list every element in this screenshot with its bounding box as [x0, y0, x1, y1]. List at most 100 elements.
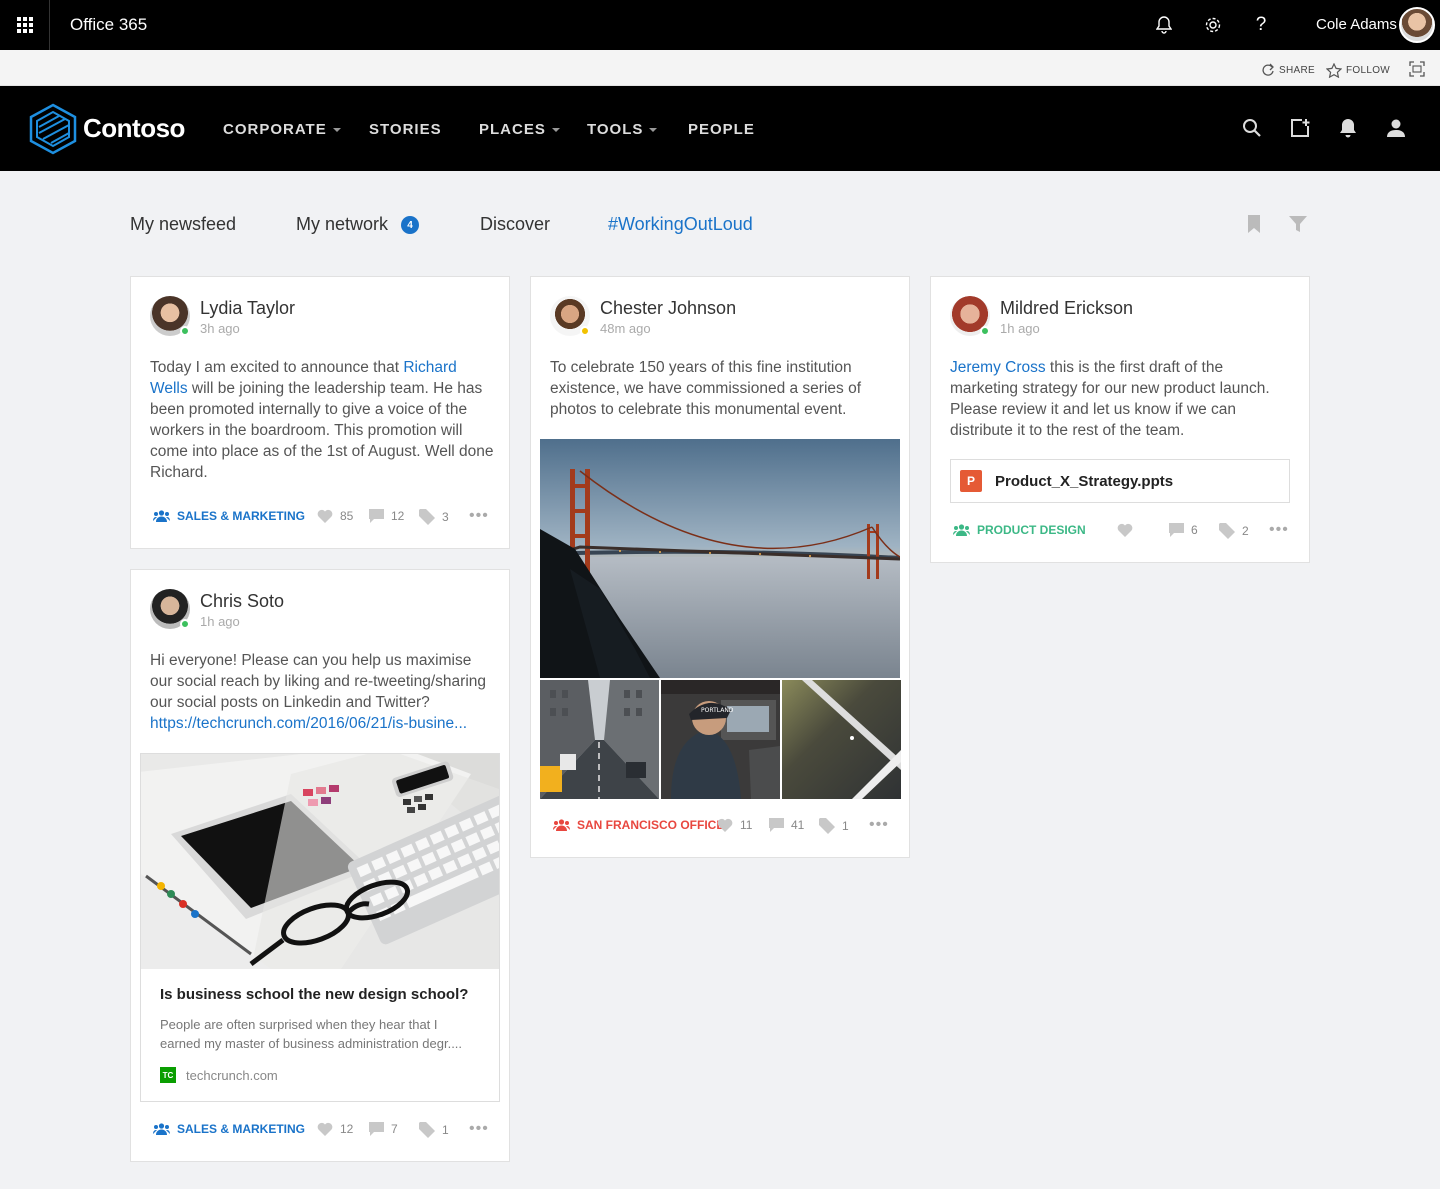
tag-button[interactable]: 2 [1219, 523, 1249, 539]
suite-bar: Office 365 ? Cole Adams [0, 0, 1440, 50]
presence-online-icon [980, 326, 990, 336]
like-count: 85 [340, 509, 354, 523]
comment-button[interactable]: 12 [369, 509, 404, 523]
post-text: will be joining the leadership team. He … [150, 380, 494, 481]
caret-down-icon [551, 127, 560, 132]
group-tag[interactable]: PRODUCT DESIGN [953, 523, 1086, 537]
fullscreen-icon [1409, 61, 1425, 77]
tab-my-newsfeed[interactable]: My newsfeed [130, 214, 236, 235]
user-avatar[interactable] [1399, 7, 1435, 43]
more-options-icon[interactable]: ••• [469, 508, 489, 524]
gear-icon[interactable] [1201, 13, 1225, 37]
nav-places[interactable]: PLACES [479, 121, 560, 138]
tag-button[interactable]: 1 [819, 818, 849, 834]
tag-count: 1 [442, 1123, 449, 1137]
like-count: 11 [740, 818, 753, 832]
nav-stories[interactable]: STORIES [369, 121, 442, 138]
comment-icon [369, 1122, 384, 1136]
heart-icon [717, 818, 733, 832]
like-count: 12 [340, 1122, 354, 1136]
author-name[interactable]: Mildred Erickson [1000, 298, 1133, 319]
preview-source: TC techcrunch.com [160, 1067, 278, 1083]
caret-down-icon [332, 127, 341, 132]
photo-office-worker[interactable]: PORTLAND [661, 680, 780, 799]
group-tag[interactable]: SALES & MARKETING [153, 1122, 305, 1136]
group-tag[interactable]: SAN FRANCISCO OFFICE [553, 818, 724, 832]
new-post-icon[interactable] [1288, 116, 1312, 140]
tag-count: 2 [1242, 524, 1249, 538]
post-footer: SALES & MARKETING 85 12 3 ••• [153, 508, 493, 527]
site-navigation: Contoso CORPORATE STORIES PLACES TOOLS P… [0, 86, 1440, 171]
notifications-icon[interactable] [1336, 116, 1360, 140]
group-tag[interactable]: SALES & MARKETING [153, 509, 305, 523]
suite-title[interactable]: Office 365 [70, 15, 147, 35]
comment-button[interactable]: 7 [369, 1122, 398, 1136]
like-button[interactable]: 11 [717, 818, 752, 832]
preview-title: Is business school the new design school… [160, 986, 469, 1003]
nav-label: PEOPLE [688, 121, 755, 138]
nav-tools[interactable]: TOOLS [587, 121, 658, 138]
bookmark-icon[interactable] [1245, 214, 1265, 234]
group-name: SALES & MARKETING [177, 1122, 306, 1136]
svg-text:PORTLAND: PORTLAND [701, 707, 734, 714]
photo-aerial-road[interactable] [782, 680, 901, 799]
post-footer: SAN FRANCISCO OFFICE 11 41 1 ••• [553, 817, 893, 836]
post-time: 1h ago [200, 614, 240, 629]
tag-icon [1219, 523, 1235, 539]
post-body: Today I am excited to announce that Rich… [150, 357, 495, 483]
like-button[interactable]: 85 [317, 509, 353, 523]
like-button[interactable] [1117, 523, 1140, 537]
more-options-icon[interactable]: ••• [869, 817, 889, 833]
search-icon[interactable] [1240, 116, 1264, 140]
tag-button[interactable]: 3 [419, 509, 449, 525]
post-card: Lydia Taylor 3h ago Today I am excited t… [130, 276, 510, 549]
nav-corporate[interactable]: CORPORATE [223, 121, 341, 138]
follow-button[interactable]: FOLLOW [1326, 63, 1390, 78]
help-icon[interactable]: ? [1249, 13, 1273, 37]
post-body: Hi everyone! Please can you help us maxi… [150, 650, 495, 734]
post-card: Chester Johnson 48m ago To celebrate 150… [530, 276, 910, 858]
heart-icon [317, 509, 333, 523]
tab-working-out-loud[interactable]: #WorkingOutLoud [608, 214, 753, 235]
post-text: To celebrate 150 years of this fine inst… [550, 359, 862, 418]
nav-label: PLACES [479, 121, 546, 138]
post-card: Mildred Erickson 1h ago Jeremy Cross thi… [930, 276, 1310, 563]
tag-button[interactable]: 1 [419, 1122, 449, 1138]
share-bar: SHARE FOLLOW [0, 50, 1440, 86]
more-options-icon[interactable]: ••• [469, 1121, 489, 1137]
group-icon [953, 524, 970, 536]
photo-city-street[interactable] [540, 680, 659, 799]
url-link[interactable]: https://techcrunch.com/2016/06/21/is-bus… [150, 715, 467, 732]
author-name[interactable]: Chris Soto [200, 591, 284, 612]
post-footer: SALES & MARKETING 12 7 1 ••• [153, 1121, 493, 1140]
photo-golden-gate-bridge[interactable] [540, 439, 900, 678]
comment-button[interactable]: 41 [769, 818, 804, 832]
app-launcher-button[interactable] [0, 0, 50, 50]
filter-icon[interactable] [1288, 214, 1308, 234]
caret-down-icon [649, 127, 658, 132]
contoso-logo-icon[interactable] [29, 103, 77, 155]
comment-button[interactable]: 6 [1169, 523, 1198, 537]
link-preview-card[interactable]: Is business school the new design school… [140, 753, 500, 1102]
user-name[interactable]: Cole Adams [1316, 16, 1397, 33]
more-options-icon[interactable]: ••• [1269, 522, 1289, 538]
comment-count: 6 [1191, 523, 1198, 537]
preview-image [141, 754, 499, 969]
mention-link[interactable]: Jeremy Cross [950, 359, 1046, 376]
bell-icon[interactable] [1152, 13, 1176, 37]
nav-people[interactable]: PEOPLE [688, 121, 755, 138]
focus-mode-button[interactable] [1409, 61, 1425, 77]
tab-my-network[interactable]: My network [296, 214, 388, 235]
profile-icon[interactable] [1384, 116, 1408, 140]
comment-count: 12 [391, 509, 405, 523]
like-button[interactable]: 12 [317, 1122, 353, 1136]
group-icon [153, 510, 170, 522]
author-name[interactable]: Lydia Taylor [200, 298, 295, 319]
share-button[interactable]: SHARE [1261, 63, 1315, 77]
post-text: Today I am excited to announce that [150, 359, 404, 376]
post-time: 48m ago [600, 321, 651, 336]
tab-discover[interactable]: Discover [480, 214, 550, 235]
site-name[interactable]: Contoso [83, 113, 185, 144]
file-attachment[interactable]: P Product_X_Strategy.ppts [950, 459, 1290, 503]
author-name[interactable]: Chester Johnson [600, 298, 736, 319]
